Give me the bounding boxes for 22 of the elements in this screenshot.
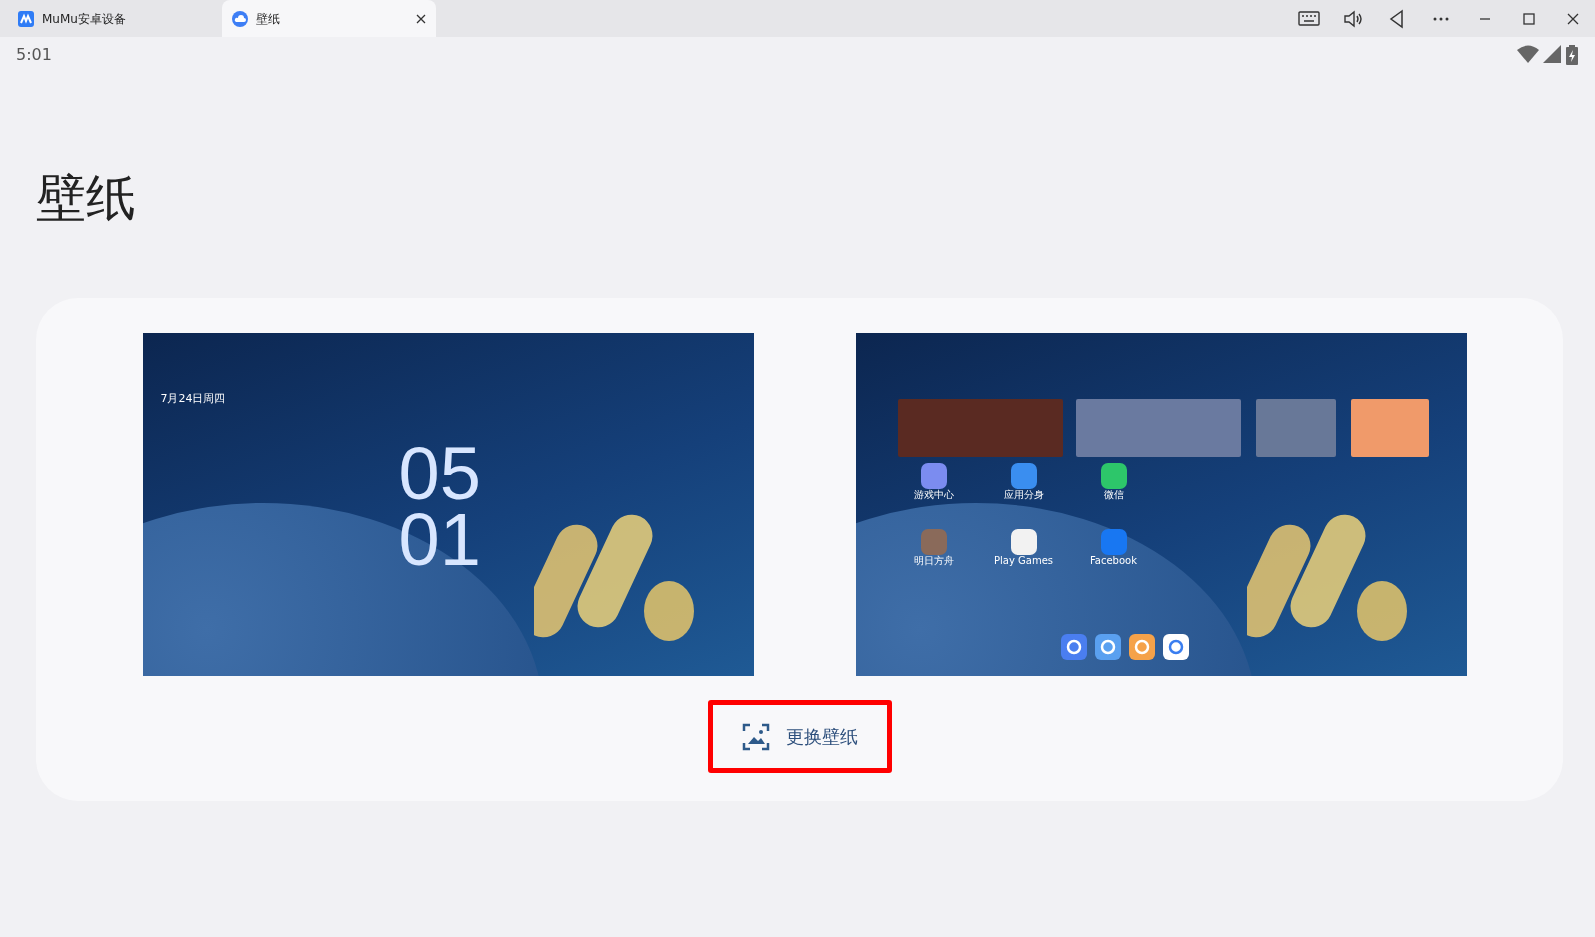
page-title: 壁纸 [36,173,137,223]
lock-screen-preview[interactable]: 7月24日周四 05 01 [142,333,754,676]
signal-icon [1543,45,1561,63]
image-icon [741,722,770,751]
cloud-icon [232,10,248,27]
app-label: 应用分身 [1002,489,1045,501]
app-logo-icon [18,10,34,27]
app-label: 明日方舟 [912,555,955,567]
app-label: 微信 [1102,489,1125,501]
clock-text: 05 01 [398,441,481,573]
app-label: Play Games [993,555,1054,567]
battery-icon [1565,45,1579,65]
wifi-icon [1517,45,1539,63]
status-time: 5:01 [16,44,52,66]
window-tab[interactable]: 壁纸 [222,0,436,37]
app-label: 游戏中心 [912,489,955,501]
date-text: 7月24日周四 [160,391,226,407]
window-tab[interactable]: MuMu安卓设备 [8,0,222,37]
home-screen-preview[interactable]: 游戏中心 应用分身 微信 明日方舟 Play Games Facebook [855,333,1467,676]
change-wallpaper-button[interactable]: 更换壁纸 [707,700,892,773]
close-icon[interactable] [416,13,426,24]
app-label: Facebook [1089,555,1138,567]
